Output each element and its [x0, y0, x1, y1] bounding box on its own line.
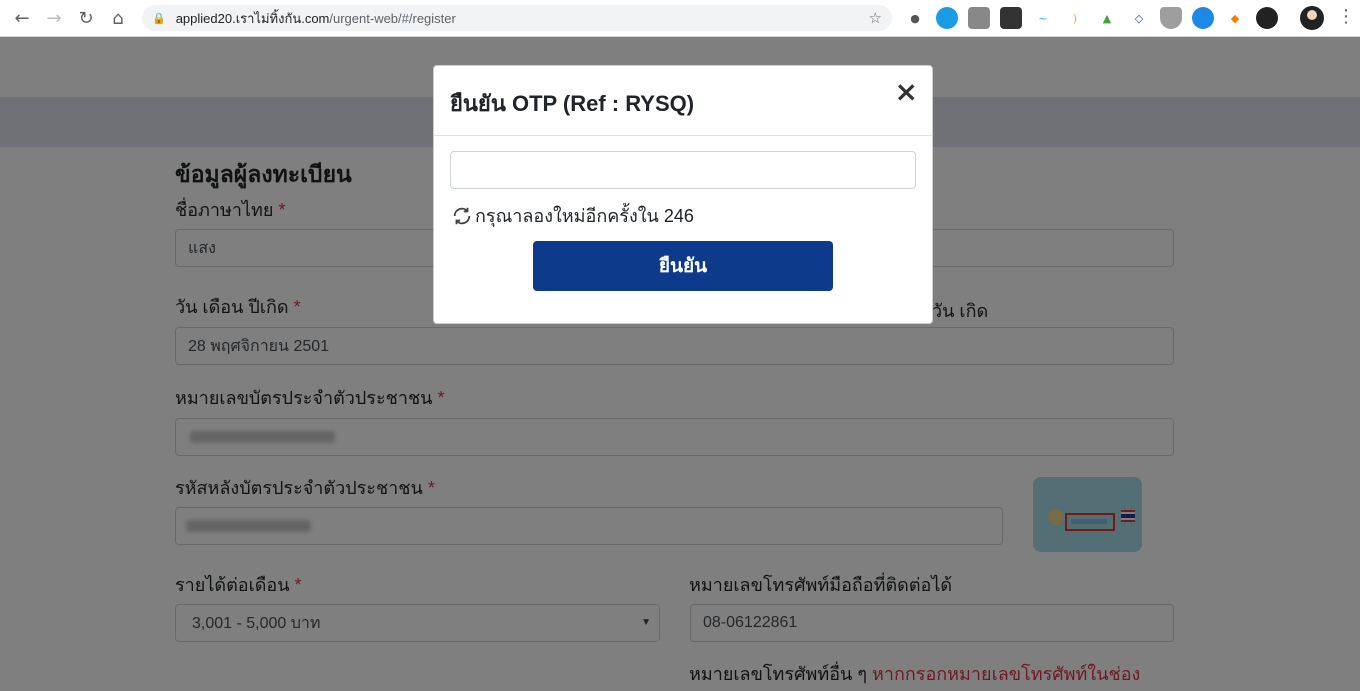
url-host: applied20.เราไม่ทิ้งกัน.com	[175, 10, 330, 26]
close-icon[interactable]: ×	[895, 78, 918, 106]
circle-extension-icon[interactable]	[936, 7, 958, 29]
profile-avatar[interactable]	[1300, 6, 1324, 30]
address-bar[interactable]: 🔒 applied20.เราไม่ทิ้งกัน.com/urgent-web…	[142, 5, 892, 31]
red-extension-icon[interactable]	[1256, 7, 1278, 29]
download-extension-icon[interactable]	[1000, 7, 1022, 29]
pin-extension-icon[interactable]: ●	[904, 7, 926, 29]
reload-icon[interactable]: ↻	[70, 2, 102, 34]
blue-extension-icon[interactable]	[1192, 7, 1214, 29]
otp-input[interactable]	[450, 151, 916, 189]
qr-extension-icon[interactable]	[968, 7, 990, 29]
back-icon[interactable]: ←	[6, 2, 38, 34]
triangle-extension-icon[interactable]: ▲	[1096, 7, 1118, 29]
extensions-bar: ● ~ ) ▲ ◇ ◆	[904, 7, 1278, 29]
lock-icon: 🔒	[152, 11, 166, 25]
modal-header: ยืนยัน OTP (Ref : RYSQ) ×	[434, 66, 932, 136]
bookmark-star-icon[interactable]: ☆	[869, 9, 882, 27]
browser-toolbar: ← → ↻ ⌂ 🔒 applied20.เราไม่ทิ้งกัน.com/ur…	[0, 0, 1360, 37]
shield-extension-icon[interactable]: ◇	[1128, 7, 1150, 29]
browser-menu-icon[interactable]: ⋮	[1337, 6, 1355, 27]
retry-countdown: กรุณาลองใหม่อีกครั้งใน 246	[451, 201, 694, 230]
url-text: applied20.เราไม่ทิ้งกัน.com/urgent-web/#…	[176, 8, 456, 29]
modal-title: ยืนยัน OTP (Ref : RYSQ)	[450, 91, 695, 116]
home-icon[interactable]: ⌂	[102, 2, 134, 34]
fox-extension-icon[interactable]: ◆	[1224, 7, 1246, 29]
shield-gray-extension-icon[interactable]	[1160, 7, 1182, 29]
refresh-icon	[453, 207, 471, 224]
wind-extension-icon[interactable]: ~	[1032, 7, 1054, 29]
ear-extension-icon[interactable]: )	[1064, 7, 1086, 29]
forward-icon[interactable]: →	[38, 2, 70, 34]
confirm-button[interactable]: ยืนยัน	[533, 241, 833, 291]
url-path: /urgent-web/#/register	[329, 10, 456, 26]
retry-text: กรุณาลองใหม่อีกครั้งใน 246	[475, 206, 694, 226]
otp-modal: ยืนยัน OTP (Ref : RYSQ) × กรุณาลองใหม่อี…	[433, 65, 933, 324]
